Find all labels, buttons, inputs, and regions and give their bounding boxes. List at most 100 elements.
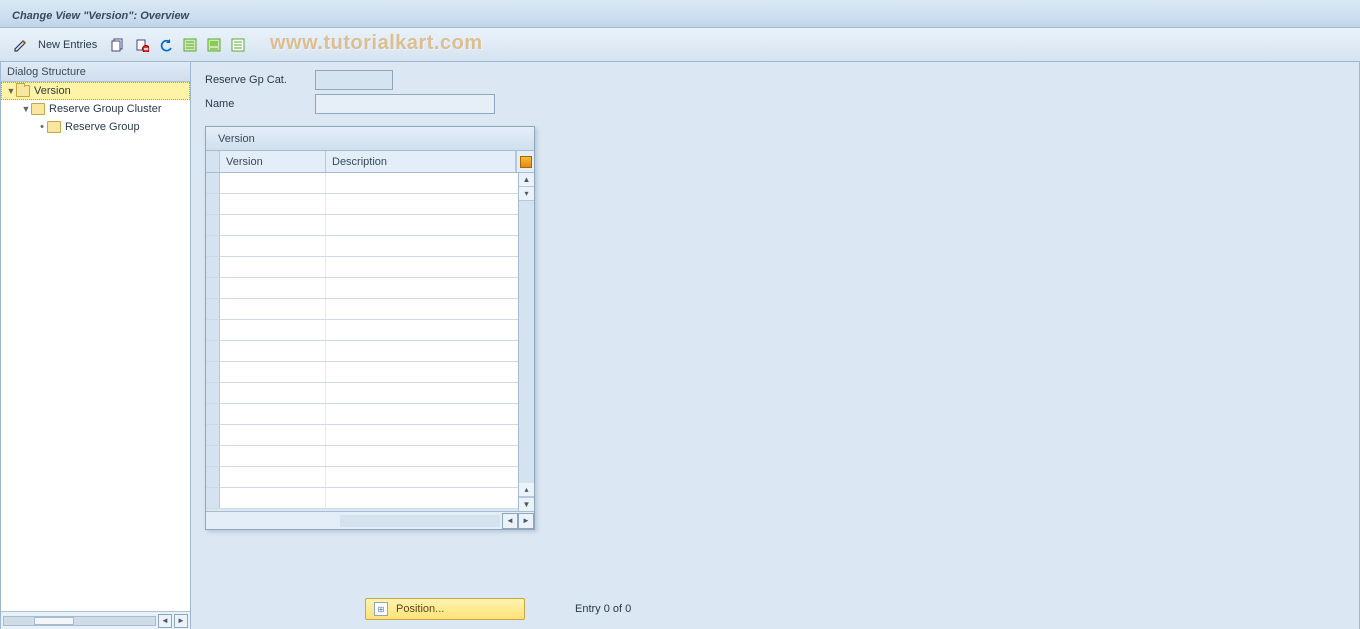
column-header-description[interactable]: Description [326, 151, 516, 172]
reserve-gp-cat-input[interactable] [315, 70, 393, 90]
sidebar-horizontal-scrollbar[interactable]: ◄ ► [1, 611, 190, 629]
table-row[interactable] [206, 362, 518, 383]
row-selector[interactable] [206, 278, 220, 298]
row-selector[interactable] [206, 425, 220, 445]
cell-version[interactable] [220, 404, 326, 424]
scroll-up-icon[interactable]: ▲ [519, 173, 534, 187]
cell-version[interactable] [220, 299, 326, 319]
row-selector[interactable] [206, 215, 220, 235]
row-selector[interactable] [206, 467, 220, 487]
new-entries-button[interactable]: New Entries [34, 34, 105, 56]
row-selector[interactable] [206, 299, 220, 319]
table-horizontal-scrollbar[interactable]: ◄ ► [206, 511, 534, 529]
table-vertical-scrollbar[interactable]: ▲ ▾ ▴ ▼ [518, 173, 534, 511]
expand-icon[interactable]: ▼ [21, 104, 31, 114]
table-row[interactable] [206, 278, 518, 299]
cell-description[interactable] [326, 362, 518, 382]
cell-version[interactable] [220, 488, 326, 508]
table-row[interactable] [206, 299, 518, 320]
cell-version[interactable] [220, 467, 326, 487]
cell-description[interactable] [326, 488, 518, 508]
scrollbar-track[interactable] [519, 201, 534, 483]
delete-icon[interactable] [131, 34, 153, 56]
tree-node-reserve-group-cluster[interactable]: ▼ Reserve Group Cluster [1, 100, 190, 118]
cell-version[interactable] [220, 425, 326, 445]
row-selector[interactable] [206, 383, 220, 403]
scroll-down-step-icon[interactable]: ▴ [519, 483, 534, 497]
table-row[interactable] [206, 320, 518, 341]
row-selector[interactable] [206, 257, 220, 277]
cell-version[interactable] [220, 236, 326, 256]
cell-description[interactable] [326, 446, 518, 466]
select-block-icon[interactable] [203, 34, 225, 56]
cell-version[interactable] [220, 341, 326, 361]
change-icon[interactable] [10, 34, 32, 56]
row-selector[interactable] [206, 173, 220, 193]
cell-version[interactable] [220, 194, 326, 214]
scroll-right-icon[interactable]: ► [174, 614, 188, 628]
scroll-left-icon[interactable]: ◄ [502, 513, 518, 529]
cell-version[interactable] [220, 383, 326, 403]
row-selector[interactable] [206, 320, 220, 340]
table-row[interactable] [206, 488, 518, 509]
cell-description[interactable] [326, 320, 518, 340]
cell-version[interactable] [220, 215, 326, 235]
cell-description[interactable] [326, 194, 518, 214]
select-all-icon[interactable] [179, 34, 201, 56]
cell-description[interactable] [326, 341, 518, 361]
cell-version[interactable] [220, 257, 326, 277]
cell-description[interactable] [326, 236, 518, 256]
table-row[interactable] [206, 446, 518, 467]
table-configure-icon[interactable] [516, 151, 534, 172]
column-header-version[interactable]: Version [220, 151, 326, 172]
table-row[interactable] [206, 236, 518, 257]
scrollbar-track[interactable] [3, 616, 156, 626]
table-row[interactable] [206, 194, 518, 215]
row-selector[interactable] [206, 446, 220, 466]
scroll-up-step-icon[interactable]: ▾ [519, 187, 534, 201]
cell-description[interactable] [326, 404, 518, 424]
table-row[interactable] [206, 404, 518, 425]
cell-description[interactable] [326, 215, 518, 235]
cell-version[interactable] [220, 320, 326, 340]
scrollbar-track[interactable] [340, 515, 500, 527]
scrollbar-thumb[interactable] [34, 617, 74, 625]
cell-version[interactable] [220, 173, 326, 193]
table-row[interactable] [206, 341, 518, 362]
cell-description[interactable] [326, 257, 518, 277]
name-input[interactable] [315, 94, 495, 114]
row-selector[interactable] [206, 341, 220, 361]
tree-node-version[interactable]: ▼ Version [1, 82, 190, 100]
row-selector[interactable] [206, 362, 220, 382]
cell-description[interactable] [326, 383, 518, 403]
row-selector[interactable] [206, 236, 220, 256]
deselect-all-icon[interactable] [227, 34, 249, 56]
table-row[interactable] [206, 383, 518, 404]
row-selector[interactable] [206, 194, 220, 214]
cell-description[interactable] [326, 299, 518, 319]
row-selector[interactable] [206, 404, 220, 424]
cell-description[interactable] [326, 425, 518, 445]
scroll-down-icon[interactable]: ▼ [519, 497, 534, 511]
row-selector-header[interactable] [206, 151, 220, 172]
expand-icon[interactable]: ▼ [6, 86, 16, 96]
tree-node-reserve-group[interactable]: • Reserve Group [1, 118, 190, 136]
copy-icon[interactable] [107, 34, 129, 56]
table-row[interactable] [206, 467, 518, 488]
cell-version[interactable] [220, 362, 326, 382]
cell-version[interactable] [220, 278, 326, 298]
table-row[interactable] [206, 425, 518, 446]
table-row[interactable] [206, 257, 518, 278]
undo-icon[interactable] [155, 34, 177, 56]
scroll-left-icon[interactable]: ◄ [158, 614, 172, 628]
cell-description[interactable] [326, 467, 518, 487]
dialog-structure-tree[interactable]: ▼ Version ▼ Reserve Group Cluster • Rese… [1, 82, 190, 611]
cell-description[interactable] [326, 173, 518, 193]
row-selector[interactable] [206, 488, 220, 508]
position-button[interactable]: ⊞ Position... [365, 598, 525, 620]
cell-description[interactable] [326, 278, 518, 298]
cell-version[interactable] [220, 446, 326, 466]
scroll-right-icon[interactable]: ► [518, 513, 534, 529]
table-row[interactable] [206, 215, 518, 236]
table-row[interactable] [206, 173, 518, 194]
